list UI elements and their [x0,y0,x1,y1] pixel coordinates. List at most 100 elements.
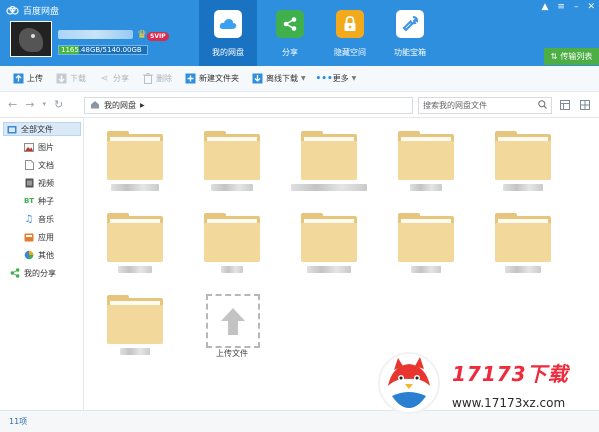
folder-icon [398,131,454,180]
folder-item[interactable] [95,292,175,366]
sidebar-item-music[interactable]: ♫ 音乐 [24,212,54,226]
tab-toolbox-label: 功能宝箱 [394,48,426,57]
tab-share[interactable]: 分享 [261,0,319,66]
share-icon [276,10,304,38]
sidebar-item-apps[interactable]: 应用 [24,230,54,244]
tab-hidden-space-label: 隐藏空间 [334,48,366,57]
more-label: 更多 [332,74,349,83]
more-dots-icon: ••• [315,73,333,84]
nav-arrows: ← → ▾ ↻ [8,98,63,111]
back-arrow-icon[interactable]: ← [8,98,17,111]
upload-label: 上传 [27,74,43,83]
new-folder-icon [185,73,196,84]
more-button[interactable]: ••• 更多 ▼ [315,73,357,84]
folder-name-blurred [95,266,175,275]
sidebar-item-label: 种子 [38,196,54,206]
delete-button[interactable]: 删除 [142,73,172,84]
sidebar-item-documents[interactable]: 文档 [24,158,54,172]
forward-arrow-icon[interactable]: → [25,98,34,111]
tab-my-disk-label: 我的网盘 [212,48,244,57]
folder-item[interactable] [192,210,272,284]
sidebar-item-other[interactable]: 其他 [24,248,54,262]
search-input[interactable] [423,101,533,110]
sidebar-item-torrents[interactable]: BT 种子 [24,194,54,208]
search-icon[interactable] [538,100,547,111]
document-icon [24,160,34,170]
watermark-url: www.17173xz.com [452,396,566,410]
tab-toolbox[interactable]: 功能宝箱 [381,0,439,66]
folder-name-blurred [95,348,175,357]
breadcrumb-my-disk[interactable]: 我的网盘 [104,100,136,111]
folder-item[interactable] [483,210,563,284]
folder-item[interactable] [289,128,369,202]
upload-file-label: 上传文件 [216,349,248,358]
menu-icon[interactable]: ≡ [557,2,565,12]
avatar[interactable] [10,21,52,57]
folder-name-blurred [289,184,369,193]
upload-file-tile[interactable]: 上传文件 [192,292,272,366]
item-count: 11项 [9,417,28,426]
list-view-icon[interactable] [560,100,570,113]
new-folder-button[interactable]: 新建文件夹 [185,73,239,84]
share-small-icon: ⋖ [100,73,109,84]
home-icon [90,100,100,111]
folder-item[interactable] [386,128,466,202]
svip-badge[interactable]: SVIP [147,32,169,41]
tab-hidden-space[interactable]: 隐藏空间 [321,0,379,66]
sidebar-item-my-share[interactable]: 我的分享 [10,266,56,280]
upload-button[interactable]: 上传 [13,73,43,84]
watermark-logo [378,352,440,414]
watermark: 17173下载 www.17173xz.com [378,350,578,420]
folder-item[interactable] [95,210,175,284]
offline-download-button[interactable]: 离线下载 ▼ [252,73,306,84]
upload-drop-zone[interactable] [206,294,260,348]
offline-download-label: 离线下载 [266,74,298,83]
tab-my-disk[interactable]: 我的网盘 [199,0,257,66]
sidebar-item-label: 我的分享 [24,268,56,278]
folder-icon [204,213,260,262]
folder-item[interactable] [483,128,563,202]
folder-icon [398,213,454,262]
sidebar-item-images[interactable]: 图片 [24,140,54,154]
folder-icon [301,213,357,262]
sidebar-item-label: 其他 [38,250,54,260]
share-label: 分享 [113,74,129,83]
refresh-icon[interactable]: ↻ [54,98,63,111]
image-icon [24,142,34,152]
download-button[interactable]: 下载 [56,73,86,84]
wrench-icon [396,10,424,38]
all-files-icon [7,124,17,134]
username-blurred[interactable] [58,30,133,39]
sidebar-item-label: 应用 [38,232,54,242]
sidebar-item-videos[interactable]: 视频 [24,176,54,190]
search-box[interactable] [418,97,552,114]
minimize-icon[interactable]: – [574,2,579,12]
download-label: 下载 [70,74,86,83]
folder-item[interactable] [192,128,272,202]
pin-icon[interactable]: ▲ [541,2,548,12]
folder-item[interactable] [386,210,466,284]
folder-icon [495,213,551,262]
grid-view-icon[interactable] [580,100,590,113]
chevron-down-icon[interactable]: ▾ [42,100,46,111]
folder-icon [107,213,163,262]
share-button[interactable]: ⋖ 分享 [99,73,129,84]
folder-icon [495,131,551,180]
storage-text: 1165.48GB/5140.00GB [61,46,142,54]
folder-name-blurred [192,266,272,275]
close-icon[interactable]: ✕ [587,2,595,12]
folder-icon [107,295,163,344]
transfer-list-button[interactable]: ⇅ 传输列表 [544,48,599,65]
app-title-text: 百度网盘 [23,7,60,17]
download-icon [56,73,67,84]
tab-share-label: 分享 [282,48,298,57]
lock-icon [336,10,364,38]
path-box[interactable]: 我的网盘 ▶ [84,97,413,114]
music-icon: ♫ [24,213,34,225]
folder-item[interactable] [289,210,369,284]
address-bar: ← → ▾ ↻ 我的网盘 ▶ [0,92,599,118]
breadcrumb-arrow-icon: ▶ [140,102,145,109]
storage-bar[interactable]: 1165.48GB/5140.00GB [58,45,148,55]
folder-item[interactable] [95,128,175,202]
sidebar-item-all-files[interactable]: 全部文件 [3,122,81,136]
